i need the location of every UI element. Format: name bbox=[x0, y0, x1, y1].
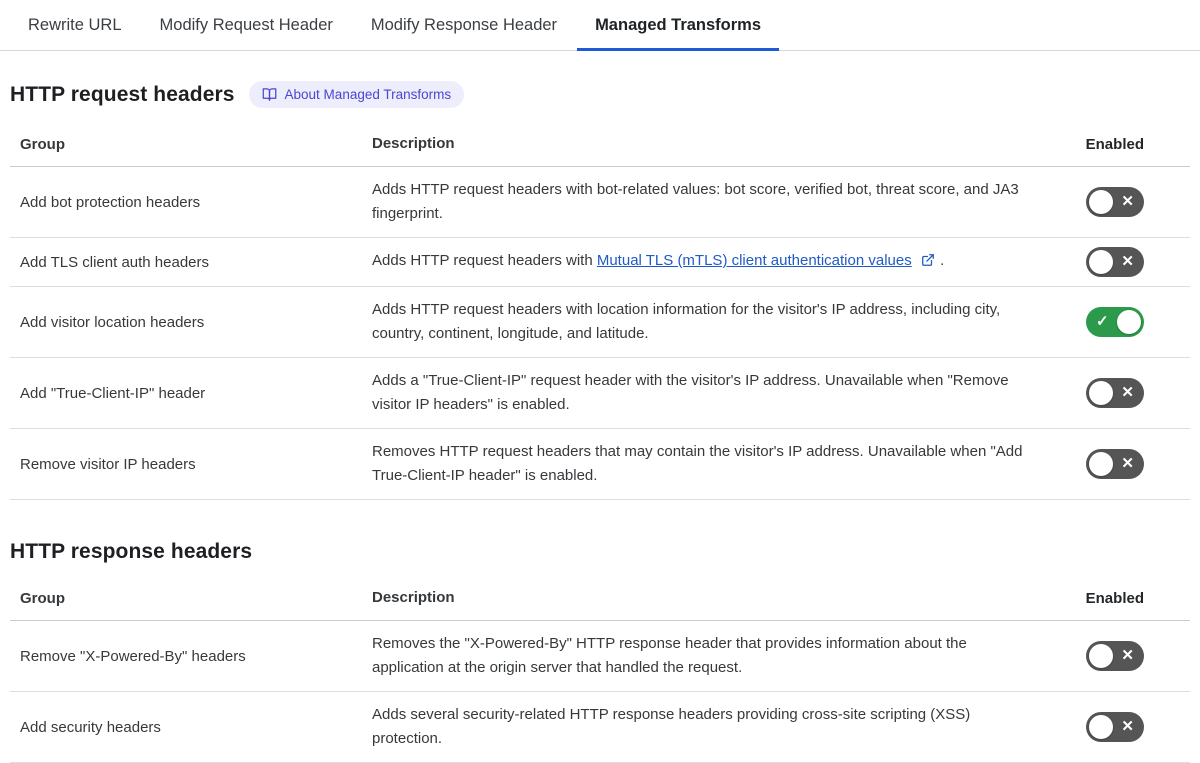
toggle-x-icon: ✕ bbox=[1121, 718, 1134, 735]
row-group-label: Add visitor location headers bbox=[20, 313, 205, 331]
row-group-label: Remove "X-Powered-By" headers bbox=[20, 647, 246, 665]
table-row: Add visitor location headers Adds HTTP r… bbox=[10, 287, 1190, 358]
row-group-label: Add TLS client auth headers bbox=[20, 253, 210, 271]
column-header-description: Description bbox=[372, 135, 455, 152]
row-description: Removes HTTP request headers that may co… bbox=[372, 443, 1023, 484]
enabled-toggle[interactable]: ✕ bbox=[1086, 641, 1144, 671]
toggle-x-icon: ✕ bbox=[1121, 384, 1134, 401]
external-link-icon bbox=[921, 251, 935, 275]
table-row: Add "True-Client-IP" header Adds a "True… bbox=[10, 358, 1190, 429]
request-headers-section: HTTP request headers About Managed Trans… bbox=[10, 81, 1190, 500]
enabled-toggle[interactable]: ✕ bbox=[1086, 449, 1144, 479]
toggle-x-icon: ✕ bbox=[1121, 193, 1134, 210]
tab-rewrite-url[interactable]: Rewrite URL bbox=[10, 0, 140, 50]
row-group-label: Add bot protection headers bbox=[20, 193, 201, 211]
row-description: Adds several security-related HTTP respo… bbox=[372, 706, 971, 747]
section-title-response-headers: HTTP response headers bbox=[10, 540, 253, 563]
table-row: Remove "X-Powered-By" headers Removes th… bbox=[10, 621, 1190, 692]
book-open-icon bbox=[262, 87, 277, 102]
column-header-group: Group bbox=[20, 589, 65, 607]
column-header-group: Group bbox=[20, 135, 65, 153]
table-row: Add bot protection headers Adds HTTP req… bbox=[10, 167, 1190, 238]
toggle-knob bbox=[1089, 250, 1113, 274]
table-row: Add security headers Adds several securi… bbox=[10, 692, 1190, 763]
toggle-knob bbox=[1089, 715, 1113, 739]
about-managed-transforms-badge[interactable]: About Managed Transforms bbox=[248, 81, 465, 108]
tab-modify-request-header[interactable]: Modify Request Header bbox=[142, 0, 351, 50]
request-headers-table: Group Description Enabled Add bot protec… bbox=[10, 124, 1190, 500]
toggle-knob bbox=[1089, 452, 1113, 476]
table-row: Remove visitor IP headers Removes HTTP r… bbox=[10, 429, 1190, 500]
enabled-toggle[interactable]: ✕ bbox=[1086, 187, 1144, 217]
tab-label: Modify Response Header bbox=[370, 15, 558, 34]
badge-label: About Managed Transforms bbox=[284, 87, 452, 102]
column-header-enabled: Enabled bbox=[1085, 135, 1144, 153]
column-header-description: Description bbox=[372, 589, 455, 606]
toggle-x-icon: ✕ bbox=[1121, 647, 1134, 664]
row-description: Adds HTTP request headers with bot-relat… bbox=[372, 181, 1019, 222]
toggle-knob bbox=[1089, 381, 1113, 405]
enabled-toggle[interactable]: ✕ bbox=[1086, 712, 1144, 742]
toggle-knob bbox=[1089, 644, 1113, 668]
managed-transforms-panel: HTTP request headers About Managed Trans… bbox=[0, 81, 1200, 763]
toggle-x-icon: ✕ bbox=[1121, 253, 1134, 270]
enabled-toggle[interactable]: ✕ bbox=[1086, 247, 1144, 277]
tab-label: Rewrite URL bbox=[28, 15, 122, 34]
tab-managed-transforms[interactable]: Managed Transforms bbox=[577, 0, 780, 51]
row-description: Adds HTTP request headers with location … bbox=[372, 301, 1001, 342]
toggle-knob bbox=[1117, 310, 1141, 334]
toggle-x-icon: ✕ bbox=[1121, 455, 1134, 472]
tab-label: Modify Request Header bbox=[159, 15, 333, 34]
response-headers-table: Group Description Enabled Remove "X-Powe… bbox=[10, 578, 1190, 763]
enabled-toggle[interactable]: ✓ bbox=[1086, 307, 1144, 337]
toggle-check-icon: ✓ bbox=[1096, 313, 1109, 330]
section-title-request-headers: HTTP request headers bbox=[10, 82, 235, 106]
tab-label: Managed Transforms bbox=[595, 15, 762, 34]
transform-rules-tabbar: Rewrite URL Modify Request Header Modify… bbox=[0, 0, 1200, 51]
column-header-enabled: Enabled bbox=[1085, 589, 1144, 607]
row-group-label: Add "True-Client-IP" header bbox=[20, 384, 206, 402]
tab-modify-response-header[interactable]: Modify Response Header bbox=[353, 0, 575, 50]
table-row: Add TLS client auth headers Adds HTTP re… bbox=[10, 238, 1190, 287]
row-group-label: Add security headers bbox=[20, 718, 161, 736]
toggle-knob bbox=[1089, 190, 1113, 214]
table-header-row: Group Description Enabled bbox=[10, 578, 1190, 621]
description-link[interactable]: Mutual TLS (mTLS) client authentication … bbox=[597, 252, 912, 269]
table-header-row: Group Description Enabled bbox=[10, 124, 1190, 167]
row-description: Adds a "True-Client-IP" request header w… bbox=[372, 372, 1009, 413]
row-group-label: Remove visitor IP headers bbox=[20, 455, 196, 473]
response-headers-section: HTTP response headers Group Description … bbox=[10, 540, 1190, 763]
row-description: Adds HTTP request headers with Mutual TL… bbox=[372, 238, 1040, 286]
row-description: Removes the "X-Powered-By" HTTP response… bbox=[372, 635, 967, 676]
enabled-toggle[interactable]: ✕ bbox=[1086, 378, 1144, 408]
